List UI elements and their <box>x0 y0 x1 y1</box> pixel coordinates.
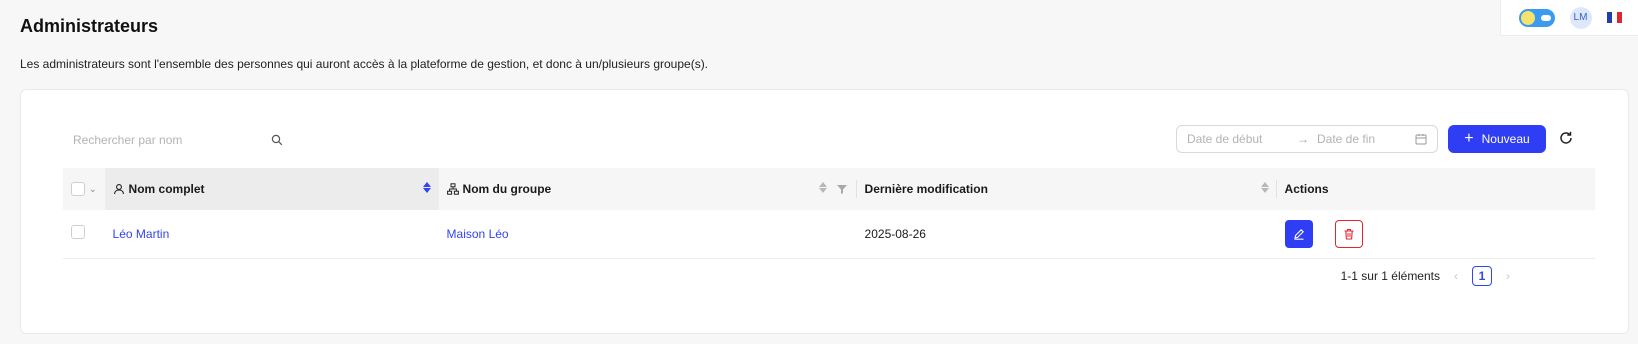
column-header-modified[interactable]: Dernière modification <box>856 168 1277 210</box>
row-checkbox[interactable] <box>71 225 85 240</box>
column-name-label: Nom complet <box>128 182 205 196</box>
admin-name-link[interactable]: Léo Martin <box>113 227 170 241</box>
column-header-name[interactable]: Nom complet <box>104 168 439 210</box>
group-cell: Maison Léo <box>438 210 857 259</box>
column-group-label: Nom du groupe <box>462 182 552 196</box>
sort-icon[interactable] <box>818 182 827 193</box>
flag-france-icon[interactable] <box>1606 12 1623 23</box>
date-start-field[interactable]: Date de début <box>1187 132 1297 146</box>
chevron-down-icon[interactable]: ⌄ <box>89 184 97 195</box>
table-header-row: ⌄ Nom complet Nom du groupe Dernière mod… <box>63 168 1595 210</box>
select-all-checkbox[interactable] <box>71 182 85 196</box>
filter-icon[interactable] <box>836 184 847 194</box>
page-description: Les administrateurs sont l'ensemble des … <box>20 57 709 71</box>
page-title: Administrateurs <box>20 16 159 36</box>
column-header-actions: Actions <box>1276 168 1595 210</box>
actions-cell <box>1276 210 1595 259</box>
search-input[interactable]: Rechercher par nom <box>73 127 283 153</box>
theme-toggle[interactable] <box>1518 8 1555 27</box>
page-1-button[interactable]: 1 <box>1472 266 1492 286</box>
admin-list-card: Rechercher par nom Date de début → Date … <box>20 89 1629 334</box>
group-name-link[interactable]: Maison Léo <box>447 227 509 241</box>
pencil-icon <box>1293 228 1304 240</box>
refresh-icon[interactable] <box>1558 130 1574 146</box>
sort-icon[interactable] <box>1260 182 1269 193</box>
delete-button[interactable] <box>1334 219 1363 248</box>
date-range-picker[interactable]: Date de début → Date de fin <box>1176 125 1438 153</box>
table-row[interactable]: Léo Martin Maison Léo 2025-08-26 <box>63 210 1595 259</box>
sun-icon <box>1520 10 1535 25</box>
top-bar: LM <box>1500 0 1638 36</box>
select-all-cell: ⌄ <box>63 168 105 210</box>
trash-icon <box>1344 228 1354 240</box>
pagination-summary: 1-1 sur 1 éléments <box>1340 269 1440 283</box>
next-page-icon[interactable]: › <box>1506 269 1510 283</box>
user-icon <box>113 184 124 195</box>
date-end-field[interactable]: Date de fin <box>1317 132 1415 146</box>
edit-button[interactable] <box>1284 219 1313 248</box>
column-actions-label: Actions <box>1284 182 1329 196</box>
new-admin-button[interactable]: + Nouveau <box>1448 125 1546 153</box>
user-avatar[interactable]: LM <box>1569 6 1592 29</box>
row-select-cell <box>63 210 105 259</box>
search-placeholder: Rechercher par nom <box>73 133 183 147</box>
plus-icon: + <box>1464 130 1474 147</box>
column-modified-label: Dernière modification <box>864 182 988 196</box>
name-cell: Léo Martin <box>104 210 439 259</box>
range-arrow-icon: → <box>1297 132 1309 146</box>
new-button-label: Nouveau <box>1481 132 1530 146</box>
search-icon[interactable] <box>271 134 283 146</box>
pagination: 1-1 sur 1 éléments ‹ 1 › <box>1341 266 1510 286</box>
sort-icon[interactable] <box>422 182 431 193</box>
modified-cell: 2025-08-26 <box>856 210 1277 259</box>
hierarchy-icon <box>446 183 459 195</box>
cloud-icon <box>1540 14 1551 21</box>
admin-table: ⌄ Nom complet Nom du groupe Dernière mod… <box>63 168 1595 259</box>
calendar-icon <box>1415 134 1427 145</box>
prev-page-icon[interactable]: ‹ <box>1454 269 1458 283</box>
column-header-group[interactable]: Nom du groupe <box>438 168 857 210</box>
